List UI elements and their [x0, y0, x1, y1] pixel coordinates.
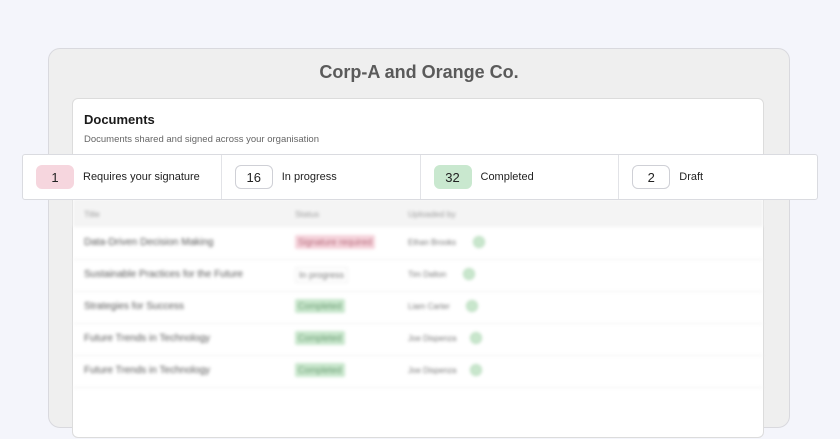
stat-in-progress[interactable]: 16 In progress: [222, 155, 421, 199]
avatar: [470, 332, 482, 344]
table-row[interactable]: Sustainable Practices for the Future In …: [73, 259, 763, 292]
stat-requires-signature[interactable]: 1 Requires your signature: [23, 155, 222, 199]
stat-count: 16: [234, 165, 273, 189]
stat-count: 1: [36, 165, 74, 189]
status-badge: Completed: [295, 299, 345, 313]
uploader-name: Ethan Brooks: [408, 238, 457, 247]
stat-label: Completed: [480, 171, 534, 183]
stat-draft[interactable]: 2 Draft: [619, 155, 817, 199]
row-title: Sustainable Practices for the Future: [84, 269, 243, 280]
avatar: [466, 300, 478, 312]
column-header-title: Title: [84, 209, 100, 219]
status-badge: Completed: [295, 331, 345, 345]
uploader-name: Liam Carter: [408, 302, 450, 311]
column-header-uploaded-by: Uploaded by: [408, 209, 456, 219]
status-badge: In progress: [295, 267, 349, 283]
table-row[interactable]: Data-Driven Decision Making Signature re…: [73, 227, 763, 260]
app-title: Corp-A and Orange Co.: [319, 62, 519, 82]
stat-label: In progress: [281, 171, 337, 183]
uploader-name: Joe Dispenza: [408, 334, 457, 343]
uploader-name: Tim Dalton: [408, 270, 447, 279]
status-badge: Signature required: [295, 235, 376, 249]
row-title: Future Trends in Technology: [84, 333, 211, 344]
avatar: [470, 364, 482, 376]
row-title: Strategies for Success: [84, 301, 185, 312]
card-subtitle: Documents shared and signed across your …: [84, 134, 319, 145]
uploader-name: Joe Dispenza: [408, 366, 457, 375]
stat-count: 2: [632, 165, 671, 189]
stats-bar: 1 Requires your signature 16 In progress…: [22, 154, 818, 200]
table-row[interactable]: Strategies for Success Completed Liam Ca…: [73, 291, 763, 324]
status-badge: Completed: [295, 363, 345, 377]
column-header-status: Status: [295, 209, 320, 219]
stat-count: 32: [433, 165, 472, 189]
avatar: [473, 236, 485, 248]
stat-completed[interactable]: 32 Completed: [421, 155, 620, 199]
app-window: Corp-A and Orange Co. Documents Document…: [48, 48, 790, 438]
stat-label: Draft: [679, 171, 704, 183]
row-title: Future Trends in Technology: [84, 365, 211, 376]
table-header: Title Status Uploaded by: [73, 199, 763, 227]
stat-label: Requires your signature: [83, 171, 200, 183]
table-row[interactable]: Future Trends in Technology Completed Jo…: [73, 323, 763, 356]
table-row[interactable]: Future Trends in Technology Completed Jo…: [73, 355, 763, 388]
documents-card: Documents Documents shared and signed ac…: [72, 98, 764, 438]
documents-table: Title Status Uploaded by Data-Driven Dec…: [73, 199, 763, 439]
row-title: Data-Driven Decision Making: [84, 237, 214, 248]
avatar: [463, 268, 475, 280]
card-heading: Documents: [84, 112, 155, 127]
